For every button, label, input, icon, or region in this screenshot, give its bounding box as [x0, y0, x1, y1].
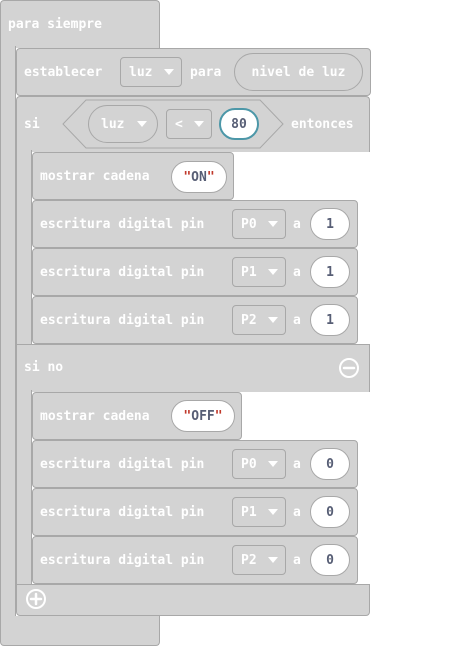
light-level-label: nivel de luz	[251, 64, 346, 80]
pin-label: P2	[241, 552, 257, 568]
forever-label: para siempre	[8, 17, 102, 32]
chevron-down-icon	[268, 557, 278, 563]
chevron-down-icon	[268, 269, 278, 275]
pin-dropdown[interactable]: P1	[232, 257, 286, 287]
pin-label: P0	[241, 456, 257, 472]
compare-right-input[interactable]: 80	[219, 108, 259, 140]
light-level-reporter[interactable]: nivel de luz	[234, 53, 363, 91]
pin-label: P1	[241, 264, 257, 280]
minus-circle-icon[interactable]	[338, 357, 360, 379]
variable-dropdown[interactable]: luz	[120, 57, 182, 87]
pin-value: 0	[326, 552, 334, 568]
pin-value: 1	[326, 264, 334, 280]
pin-value: 1	[326, 312, 334, 328]
compare-left-label: luz	[101, 116, 125, 132]
pin-value-input[interactable]: 0	[310, 496, 350, 528]
to-label: a	[293, 553, 301, 568]
else-label: si no	[24, 360, 64, 375]
set-to-label: para	[190, 65, 222, 80]
operator-label: <	[175, 116, 183, 132]
pin-dropdown[interactable]: P2	[232, 305, 286, 335]
show-string-input[interactable]: " OFF "	[171, 400, 235, 432]
pin-value: 1	[326, 216, 334, 232]
compare-left-reporter[interactable]: luz	[88, 105, 158, 143]
quote-open-icon: "	[183, 408, 192, 424]
quote-open-icon: "	[183, 169, 192, 185]
variable-dropdown-label: luz	[129, 64, 153, 80]
set-label: establecer	[24, 65, 103, 80]
to-label: a	[293, 505, 301, 520]
operator-dropdown[interactable]: <	[166, 109, 212, 139]
digital-write-label: escritura digital pin	[40, 313, 205, 328]
digital-write-label: escritura digital pin	[40, 553, 205, 568]
quote-close-icon: "	[206, 169, 215, 185]
show-string-label: mostrar cadena	[40, 409, 150, 424]
pin-value-input[interactable]: 0	[310, 448, 350, 480]
show-string-value: ON	[191, 169, 207, 185]
pin-value: 0	[326, 456, 334, 472]
pin-value-input[interactable]: 1	[310, 208, 350, 240]
pin-value-input[interactable]: 1	[310, 304, 350, 336]
if-block-arm	[16, 150, 32, 346]
compare-right-value: 80	[231, 116, 247, 132]
pin-value-input[interactable]: 1	[310, 256, 350, 288]
chevron-down-icon	[268, 317, 278, 323]
else-block-arm	[16, 390, 32, 586]
chevron-down-icon	[268, 509, 278, 515]
then-label: entonces	[291, 117, 354, 132]
chevron-down-icon	[164, 69, 174, 75]
pin-label: P0	[241, 216, 257, 232]
forever-block-bottom	[0, 616, 160, 646]
pin-value: 0	[326, 504, 334, 520]
show-string-input[interactable]: " ON "	[171, 161, 227, 193]
digital-write-label: escritura digital pin	[40, 265, 205, 280]
chevron-down-icon	[268, 221, 278, 227]
plus-circle-icon[interactable]	[25, 588, 47, 610]
chevron-down-icon	[137, 121, 147, 127]
pin-value-input[interactable]: 0	[310, 544, 350, 576]
digital-write-label: escritura digital pin	[40, 505, 205, 520]
pin-dropdown[interactable]: P1	[232, 497, 286, 527]
pin-label: P1	[241, 504, 257, 520]
quote-close-icon: "	[214, 408, 223, 424]
if-label: si	[24, 117, 40, 132]
pin-label: P2	[241, 312, 257, 328]
digital-write-label: escritura digital pin	[40, 457, 205, 472]
if-block-bottom	[16, 584, 370, 616]
to-label: a	[293, 457, 301, 472]
show-string-label: mostrar cadena	[40, 169, 150, 184]
chevron-down-icon	[194, 121, 204, 127]
to-label: a	[293, 265, 301, 280]
chevron-down-icon	[268, 461, 278, 467]
to-label: a	[293, 313, 301, 328]
forever-block-arm	[0, 46, 16, 618]
show-string-value: OFF	[191, 408, 215, 424]
else-block	[16, 344, 370, 392]
to-label: a	[293, 217, 301, 232]
pin-dropdown[interactable]: P0	[232, 209, 286, 239]
digital-write-label: escritura digital pin	[40, 217, 205, 232]
pin-dropdown[interactable]: P0	[232, 449, 286, 479]
pin-dropdown[interactable]: P2	[232, 545, 286, 575]
